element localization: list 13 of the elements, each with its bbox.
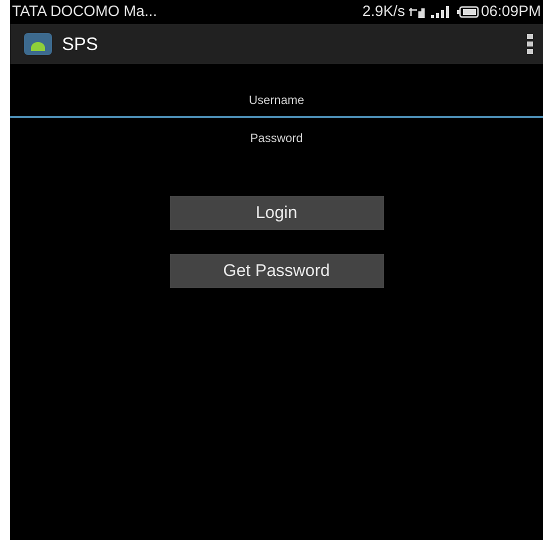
signal-icon xyxy=(408,6,425,18)
battery-icon xyxy=(456,6,479,18)
network-speed: 2.9K/s xyxy=(362,2,405,22)
text-field[interactable]: Password xyxy=(10,122,543,156)
carrier-name: TATA DOCOMO Ma... xyxy=(12,2,158,22)
signal-bars-icon xyxy=(430,6,451,18)
action-button[interactable]: Login xyxy=(170,196,384,230)
app-title: SPS xyxy=(62,32,98,56)
overflow-menu-icon[interactable] xyxy=(527,34,533,54)
clock-time: 06:09PM xyxy=(480,2,541,22)
text-field[interactable]: Username xyxy=(10,84,543,118)
action-button[interactable]: Get Password xyxy=(170,254,384,288)
app-icon xyxy=(24,32,52,56)
